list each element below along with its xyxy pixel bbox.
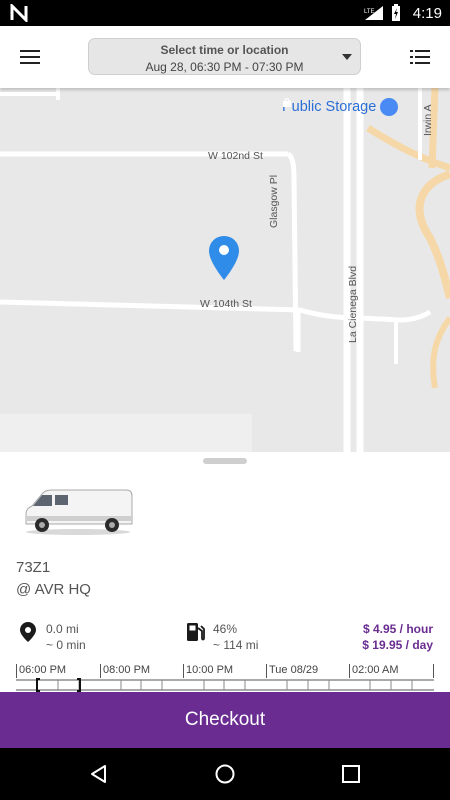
vehicle-location: @ AVR HQ	[16, 581, 91, 598]
map-view[interactable]: Public Storage W 102nd St W 104th St Gla…	[0, 88, 450, 452]
n-logo-icon	[10, 4, 28, 22]
shopping-bag-icon	[283, 98, 399, 116]
fuel-level-value: 46%	[213, 622, 238, 636]
map-pin-icon[interactable]	[208, 235, 240, 281]
street-label-w104th: W 104th St	[200, 298, 252, 310]
vehicle-name: 73Z1	[16, 559, 51, 576]
selector-title: Select time or location	[160, 43, 289, 57]
booking-timeline[interactable]: 06:00 PM 08:00 PM 10:00 PM Tue 08/29 02:…	[16, 664, 434, 692]
timeline-labels: 06:00 PM 08:00 PM 10:00 PM Tue 08/29 02:…	[16, 664, 434, 678]
hourly-price: $ 4.95 / hour	[362, 622, 433, 636]
clock: 4:19	[412, 4, 442, 22]
timeline-label-1: 08:00 PM	[103, 664, 151, 676]
fuel-pump-icon	[187, 623, 205, 641]
dropdown-caret-icon	[342, 54, 352, 60]
app-bar: Select time or location Aug 28, 06:30 PM…	[0, 26, 450, 88]
vehicle-sheet: 73Z1 @ AVR HQ 0.0 mi ~ 0 min 46% ~ 114 m…	[0, 452, 450, 692]
timeline-label-4: 02:00 AM	[352, 664, 399, 676]
location-pin-icon	[20, 622, 36, 642]
street-label-la-cienega: La Cienega Blvd	[347, 265, 359, 343]
daily-price: $ 19.95 / day	[362, 638, 433, 652]
timeline-label-3: Tue 08/29	[269, 664, 319, 676]
network-type: LTE	[364, 9, 375, 15]
street-label-w102nd: W 102nd St	[208, 150, 263, 162]
street-label-irwin: Irwin A	[422, 104, 434, 136]
time-location-selector[interactable]: Select time or location Aug 28, 06:30 PM…	[88, 38, 361, 75]
van-image	[25, 489, 133, 535]
timeline-label-0: 06:00 PM	[19, 664, 67, 676]
distance-value: 0.0 mi	[46, 622, 79, 636]
hamburger-menu-icon[interactable]	[18, 45, 42, 69]
selector-subtitle: Aug 28, 06:30 PM - 07:30 PM	[145, 60, 304, 74]
signal-icon: LTE	[364, 6, 383, 20]
range-value: ~ 114 mi	[213, 638, 259, 652]
street-label-glasgow: Glasgow Pl	[268, 174, 280, 228]
poi-label: Public Storage	[282, 99, 377, 115]
status-bar: LTE 4:19	[0, 0, 450, 26]
timeline-scale	[16, 678, 434, 692]
home-icon[interactable]	[214, 763, 236, 785]
timeline-tick	[433, 664, 434, 678]
fuel-stat: 46% ~ 114 mi	[213, 621, 258, 653]
recents-icon[interactable]	[341, 764, 361, 784]
screen: LTE 4:19 Select time or location Aug 28,…	[0, 0, 450, 800]
timeline-label-2: 10:00 PM	[186, 664, 234, 676]
drive-time-value: ~ 0 min	[46, 638, 86, 652]
poi-public-storage[interactable]: Public Storage	[282, 98, 399, 116]
sheet-drag-handle[interactable]	[203, 458, 247, 464]
navigation-bar	[0, 748, 450, 800]
back-icon[interactable]	[88, 763, 110, 785]
distance-stat: 0.0 mi ~ 0 min	[46, 621, 86, 653]
list-icon[interactable]	[408, 45, 432, 69]
battery-charging-icon	[391, 4, 400, 21]
checkout-button[interactable]: Checkout	[0, 692, 450, 748]
